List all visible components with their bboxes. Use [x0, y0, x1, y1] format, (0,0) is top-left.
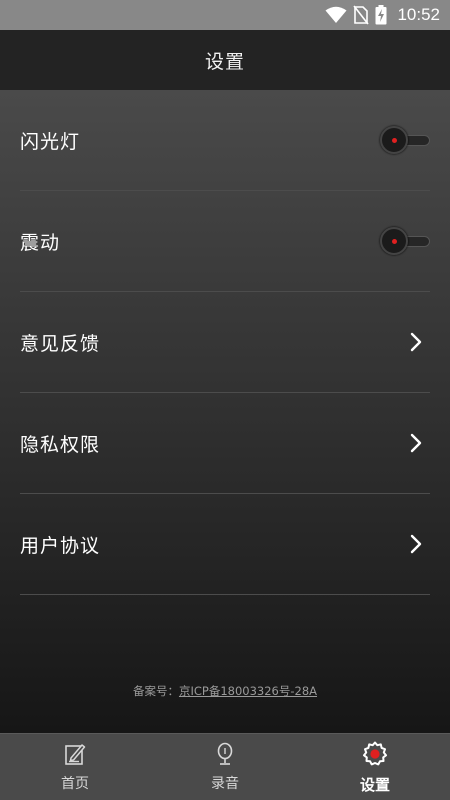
settings-row-vibration: 震动: [20, 191, 430, 292]
gear-icon: [361, 740, 389, 772]
no-sim-icon: [353, 5, 370, 25]
microphone-icon: [212, 741, 238, 771]
settings-list: 闪光灯 震动 意见反馈 隐私权限 用户协议: [20, 90, 430, 595]
status-bar: 10:52: [0, 0, 450, 30]
chevron-right-icon: [406, 431, 426, 455]
settings-row-user-agreement[interactable]: 用户协议: [20, 494, 430, 595]
tab-home[interactable]: 首页: [0, 734, 150, 800]
feedback-label: 意见反馈: [20, 332, 101, 355]
battery-charging-icon: [375, 5, 387, 25]
icp-record-prefix: 备案号：: [132, 684, 179, 698]
settings-row-flashlight: 闪光灯: [20, 90, 430, 191]
tab-record-label: 录音: [211, 776, 239, 792]
chevron-right-icon: [406, 330, 426, 354]
tab-record[interactable]: 录音: [150, 734, 300, 800]
bottom-tab-bar: 首页 录音 设置: [0, 733, 450, 800]
tab-settings-label: 设置: [359, 775, 390, 794]
vibration-label: 震动: [20, 231, 61, 254]
toggle-knob: [380, 126, 408, 154]
status-time: 10:52: [397, 5, 440, 24]
settings-content: 闪光灯 震动 意见反馈 隐私权限 用户协议 备案号：京ICP备18003326号…: [0, 90, 450, 733]
page-title: 设置: [204, 50, 245, 73]
chevron-right-icon: [406, 532, 426, 556]
tab-settings[interactable]: 设置: [300, 734, 450, 800]
toggle-indicator-dot: [391, 238, 397, 244]
vibration-toggle[interactable]: [378, 226, 430, 256]
wifi-icon: [325, 6, 347, 24]
toggle-knob: [380, 227, 408, 255]
settings-row-feedback[interactable]: 意见反馈: [20, 292, 430, 393]
app-header: 设置: [0, 30, 450, 90]
settings-row-privacy[interactable]: 隐私权限: [20, 393, 430, 494]
user-agreement-label: 用户协议: [20, 534, 101, 557]
icp-record-link[interactable]: 京ICP备18003326号-28A: [179, 684, 317, 698]
flashlight-label: 闪光灯: [20, 130, 81, 153]
privacy-label: 隐私权限: [20, 433, 101, 456]
tab-home-label: 首页: [61, 776, 89, 792]
icp-record-note: 备案号：京ICP备18003326号-28A: [0, 683, 450, 699]
edit-note-icon: [62, 741, 88, 771]
flashlight-toggle[interactable]: [378, 125, 430, 155]
toggle-indicator-dot: [391, 137, 397, 143]
